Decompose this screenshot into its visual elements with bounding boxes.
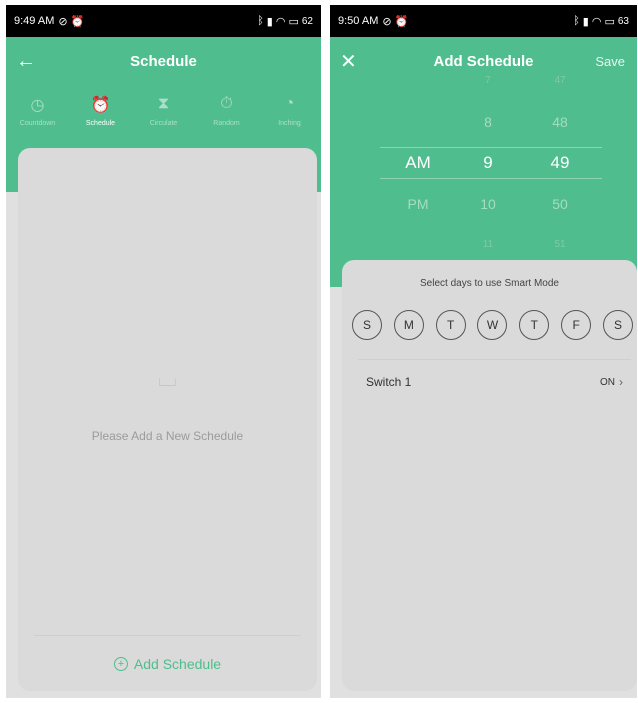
add-schedule-label: Add Schedule [133, 656, 222, 672]
mode-tab-countdown[interactable]: ◷ Countdown [8, 95, 68, 145]
battery-level: 62 [301, 15, 313, 27]
mode-tab-label: Random [213, 120, 240, 127]
signal-icon: ▮ [582, 15, 589, 28]
mode-tab-schedule[interactable]: ⏰ Schedule [71, 95, 131, 145]
day-toggle[interactable]: S [602, 310, 633, 340]
bluetooth-icon: ᛒ [573, 15, 580, 27]
mode-tabs: ◷ Countdown ⏰ Schedule ⧗ Circulate ⏱ Random ◔ Inc… [6, 95, 321, 145]
minute-option[interactable]: 51 [530, 239, 590, 250]
minute-option[interactable]: 48 [530, 114, 590, 130]
switch-value: ON [600, 376, 615, 388]
days-title: Select days to use Smart Mode [420, 278, 559, 289]
day-toggle[interactable]: T [519, 310, 550, 340]
day-toggle[interactable]: M [393, 310, 424, 340]
schedule-screen: 9:49 AM ⊘ ⏰ ᛒ ▮ ◠ ▭ 62 ← Schedule ◷ Count… [6, 5, 321, 698]
chevron-right-icon: › [619, 375, 623, 389]
minute-option[interactable]: 50 [530, 196, 590, 212]
battery-icon: ▭ [604, 15, 615, 28]
hour-option[interactable]: 7 [458, 75, 518, 86]
mode-tab-label: Schedule [85, 120, 116, 127]
save-button[interactable]: Save [595, 54, 625, 69]
mode-tab-circulate[interactable]: ⧗ Circulate [134, 95, 194, 145]
day-selection-card: Select days to use Smart Mode SMTWTFS Sw… [342, 260, 637, 691]
ampm-option[interactable]: PM [388, 196, 448, 212]
app-bar: ← Schedule [6, 37, 321, 85]
empty-state-text: Please Add a New Schedule [91, 429, 244, 443]
clock-icon: ◷ [30, 97, 45, 114]
page-title: Schedule [130, 52, 197, 70]
day-toggle[interactable]: S [352, 310, 382, 340]
divider [358, 359, 631, 360]
add-schedule-button[interactable]: + Add Schedule [18, 644, 317, 684]
hourglass-icon: ⧗ [157, 95, 170, 112]
minute-option[interactable]: 47 [530, 75, 590, 86]
hour-option[interactable]: 10 [458, 196, 518, 212]
mode-tab-label: Countdown [19, 120, 56, 127]
wifi-icon: ◠ [275, 15, 286, 28]
battery-level: 63 [617, 15, 629, 27]
alarm-clock-icon: ⏰ [90, 97, 111, 114]
hour-option[interactable]: 9 [458, 153, 518, 173]
hour-option[interactable]: 11 [458, 239, 518, 250]
do-not-disturb-icon: ⊘ [58, 15, 68, 28]
day-toggle[interactable]: T [435, 310, 466, 340]
mode-tab-random[interactable]: ⏱ Random [197, 95, 257, 145]
day-toggle[interactable]: W [477, 310, 508, 340]
hour-option[interactable]: 8 [458, 114, 518, 130]
plus-circle-icon: + [113, 657, 128, 671]
status-time: 9:50 AM [338, 15, 379, 27]
signal-icon: ▮ [266, 15, 273, 28]
bluetooth-icon: ᛒ [257, 15, 264, 27]
status-time: 9:49 AM [14, 15, 55, 27]
time-picker[interactable]: AM PM 7 8 9 10 11 47 48 49 50 51 [330, 75, 637, 250]
day-toggle[interactable]: F [561, 310, 592, 340]
status-bar: 9:50 AM ⊘ ⏰ ᛒ ▮ ◠ ▭ 63 [330, 5, 637, 37]
day-selector: SMTWTFS [352, 310, 633, 340]
page-title: Add Schedule [433, 52, 534, 70]
mode-tab-label: Inching [278, 120, 301, 127]
stopwatch-icon: ⏱ [220, 95, 233, 112]
status-bar: 9:49 AM ⊘ ⏰ ᛒ ▮ ◠ ▭ 62 [6, 5, 321, 37]
alarm-icon: ⏰ [70, 15, 85, 28]
battery-icon: ▭ [288, 15, 299, 28]
mode-tab-inching[interactable]: ◔ Inching [260, 95, 320, 145]
ampm-option[interactable]: AM [388, 153, 448, 173]
picker-selection-line-bottom [380, 178, 602, 179]
alarm-icon: ⏰ [394, 15, 409, 28]
divider [34, 635, 301, 636]
picker-selection-line-top [380, 147, 602, 148]
switch-1-row[interactable]: Switch 1 ON › [366, 372, 623, 392]
schedule-list-card: ⌴ Please Add a New Schedule + Add Schedu… [18, 148, 317, 691]
mode-tab-label: Circulate [149, 120, 178, 127]
empty-inbox-icon: ⌴ [157, 365, 178, 392]
clock-hands-icon: ◔ [284, 95, 295, 112]
wifi-icon: ◠ [591, 15, 602, 28]
add-schedule-screen: 9:50 AM ⊘ ⏰ ᛒ ▮ ◠ ▭ 63 ✕ Add Schedule Sa… [330, 5, 637, 698]
do-not-disturb-icon: ⊘ [382, 15, 392, 28]
minute-option[interactable]: 49 [530, 153, 590, 173]
switch-label: Switch 1 [366, 375, 412, 389]
